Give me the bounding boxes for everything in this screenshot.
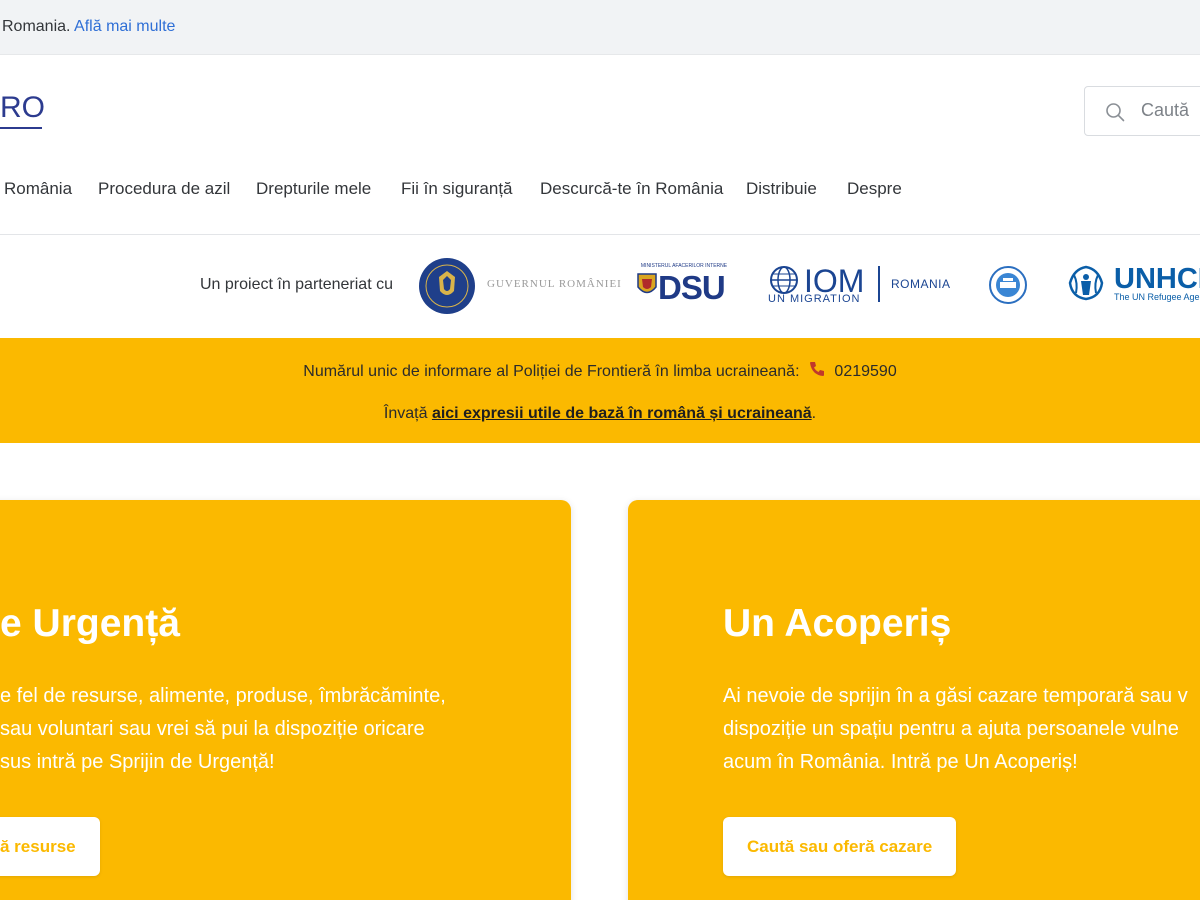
iom-country: ROMANIA — [891, 277, 951, 291]
nav-item-get-by[interactable]: Descurcă-te în România — [540, 179, 723, 199]
emergency-card-line-3: sus intră pe Sprijin de Urgență! — [0, 751, 275, 773]
logo-underline — [0, 127, 42, 129]
learn-more-link[interactable]: Află mai multe — [74, 18, 175, 35]
emergency-card-line-2: sau voluntari sau vrei să pui la dispozi… — [0, 718, 425, 740]
site-logo[interactable]: RO — [0, 91, 45, 125]
info-banner: Romania. Află mai multe — [0, 0, 1200, 55]
hotline-notice: Numărul unic de informare al Poliției de… — [0, 360, 1200, 381]
info-banner-message: Romania. — [2, 18, 71, 35]
emergency-card-line-1: e fel de resurse, alimente, produse, îmb… — [0, 685, 446, 707]
shelter-card-line-3: acum în România. Intră pe Un Acoperiș! — [723, 751, 1078, 773]
unhcr-logo: UNHCR The UN Refugee Agency — [1064, 263, 1200, 307]
emergency-card-title: e Urgență — [0, 602, 180, 645]
main-content: e Urgență e fel de resurse, alimente, pr… — [0, 443, 1200, 900]
info-alert-banner: Numărul unic de informare al Poliției de… — [0, 338, 1200, 443]
iom-logo: IOM UN MIGRATION ROMANIA — [768, 263, 953, 307]
nav-item-stay-safe[interactable]: Fii în siguranță — [401, 179, 513, 199]
hotline-text: Numărul unic de informare al Poliției de… — [303, 363, 800, 380]
site-header: RO România Procedura de azil Drepturile … — [0, 55, 1200, 235]
dsu-crest-icon — [637, 273, 657, 294]
iom-subtitle: UN MIGRATION — [768, 293, 861, 305]
hotline-phone-link[interactable]: 0219590 — [834, 363, 896, 380]
shelter-card: Un Acoperiș Ai nevoie de sprijin în a gă… — [628, 500, 1200, 900]
phrases-prefix: Învață — [383, 405, 428, 422]
phrases-suffix: . — [811, 405, 817, 422]
un-globe-icon — [770, 266, 798, 294]
find-offer-housing-button[interactable]: Caută sau oferă cazare — [723, 817, 957, 876]
shelter-card-line-2: dispoziție un spațiu pentru a ajuta pers… — [723, 718, 1179, 740]
iom-divider — [878, 266, 880, 302]
unhcr-subtitle: The UN Refugee Agency — [1114, 292, 1200, 302]
nav-item-share[interactable]: Distribuie — [746, 179, 817, 199]
phrases-notice: Învață aici expresii utile de bază în ro… — [0, 405, 1200, 423]
dsu-wordmark: DSU — [658, 269, 726, 306]
partners-strip: Un proiect în parteneriat cu GUVERNUL RO… — [0, 235, 1200, 338]
partners-label: Un proiect în parteneriat cu — [200, 276, 393, 293]
find-resources-button[interactable]: ă resurse — [0, 817, 100, 876]
info-banner-text: Romania. Află mai multe — [2, 18, 175, 36]
emergency-support-card: e Urgență e fel de resurse, alimente, pr… — [0, 500, 571, 900]
nav-item-asylum-procedure[interactable]: Procedura de azil — [98, 179, 230, 199]
search-input[interactable] — [1141, 100, 1200, 121]
shelter-card-line-1: Ai nevoie de sprijin în a găsi cazare te… — [723, 685, 1188, 707]
romanian-government-seal-icon — [419, 258, 475, 314]
nav-item-romania[interactable]: România — [4, 179, 72, 199]
phone-icon — [809, 362, 824, 376]
nav-item-about[interactable]: Despre — [847, 179, 902, 199]
shelter-card-title: Un Acoperiș — [723, 602, 952, 645]
search-box[interactable] — [1084, 86, 1200, 136]
useful-phrases-link[interactable]: aici expresii utile de bază în română și… — [432, 405, 812, 422]
unhcr-emblem-icon — [1068, 265, 1104, 301]
search-icon — [1106, 103, 1125, 122]
emblem-seal-icon — [989, 266, 1027, 304]
government-name: GUVERNUL ROMÂNIEI — [487, 278, 622, 290]
nav-item-my-rights[interactable]: Drepturile mele — [256, 179, 371, 199]
dsu-logo: MINISTERUL AFACERILOR INTERNE DSU — [636, 263, 732, 307]
